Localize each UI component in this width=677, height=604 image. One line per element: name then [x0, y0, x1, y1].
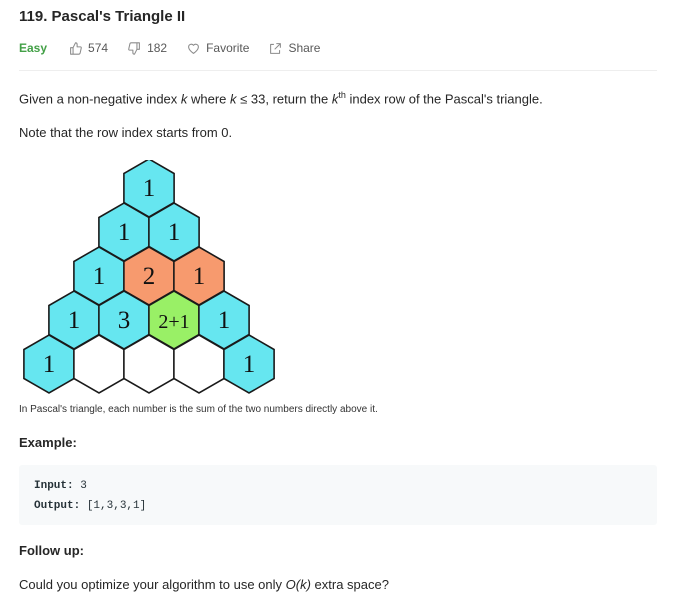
hex-value: 1: [93, 263, 106, 290]
favorite-label: Favorite: [206, 41, 250, 55]
follow-up-text: Could you optimize your algorithm to use…: [19, 577, 389, 592]
description-line-2: Note that the row index starts from 0.: [19, 125, 233, 140]
hex-value: 1: [118, 219, 131, 246]
example-code-block: Input: 3 Output: [1,3,3,1]: [19, 465, 657, 525]
hex-value: 1: [43, 351, 56, 378]
hex-value: 1: [68, 307, 81, 334]
like-button[interactable]: 574: [69, 41, 108, 55]
problem-title: 119. Pascal's Triangle II: [19, 8, 186, 25]
share-label: Share: [288, 41, 321, 55]
hex-value: 3: [118, 307, 131, 334]
thumbs-up-icon: [70, 41, 82, 55]
hex-value: 2+1: [158, 311, 189, 333]
hex-value: 1: [143, 175, 156, 202]
example-output-line: Output: [1,3,3,1]: [34, 500, 147, 512]
favorite-button[interactable]: Favorite: [187, 41, 249, 55]
hex-value: 1: [243, 351, 256, 378]
difficulty-badge: Easy: [19, 41, 48, 55]
share-button[interactable]: Share: [269, 41, 320, 55]
problem-meta-bar: Easy 574 182 Favorite Share: [19, 40, 340, 56]
header-divider: [19, 70, 657, 71]
thumbs-down-icon: [128, 41, 140, 55]
hex-value: 2: [143, 263, 156, 290]
dislike-button[interactable]: 182: [128, 41, 167, 55]
example-heading: Example:: [19, 435, 77, 450]
follow-up-heading: Follow up:: [19, 543, 84, 558]
share-icon: [270, 42, 282, 54]
hex-value: 1: [218, 307, 231, 334]
figure-caption: In Pascal's triangle, each number is the…: [19, 404, 378, 415]
example-input-line: Input: 3: [34, 480, 87, 492]
hex-value: 1: [193, 263, 206, 290]
like-count: 574: [88, 41, 109, 55]
dislike-count: 182: [147, 41, 168, 55]
hex-value: 1: [168, 219, 181, 246]
pascal-triangle-figure: 11 11 2 11 3 2+1 11 1: [23, 160, 275, 394]
description-line-1: Given a non-negative index k where k ≤ 3…: [19, 90, 543, 107]
heart-icon: [188, 43, 199, 54]
